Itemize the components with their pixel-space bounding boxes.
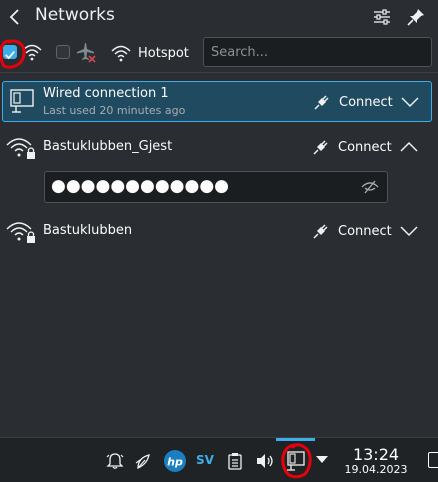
connect-label: Connect (339, 94, 393, 110)
plug-icon (314, 95, 329, 110)
svg-text:hp: hp (167, 456, 183, 469)
hp-printer-icon[interactable]: hp (163, 449, 187, 473)
notifications-icon[interactable] (106, 452, 124, 470)
clock-date[interactable]: 19.04.2023 (340, 463, 412, 476)
chevron-down-icon[interactable] (401, 96, 419, 108)
active-indicator (276, 438, 315, 441)
wifi-secured-icon (6, 222, 35, 243)
search-input[interactable] (203, 37, 432, 67)
connection-item-wifi[interactable]: Bastuklubben_Gjest Connect (2, 129, 432, 165)
keyboard-layout-indicator[interactable]: SV (196, 453, 214, 467)
volume-icon[interactable] (255, 452, 275, 470)
airplane-mode-icon (77, 43, 96, 63)
password-value: ●●●●●●●●●●●● (51, 176, 230, 196)
wifi-icon (22, 44, 42, 61)
page-title: Networks (35, 5, 115, 25)
show-password-icon[interactable] (361, 180, 379, 194)
connect-button[interactable]: Connect (313, 90, 393, 114)
network-wired-icon[interactable] (284, 450, 306, 472)
connect-button[interactable]: Connect (312, 135, 392, 159)
wired-network-icon (10, 89, 34, 113)
back-arrow-icon[interactable] (7, 8, 23, 26)
connection-name: Bastuklubben_Gjest (43, 139, 173, 154)
network-toolbar: Hotspot (0, 36, 438, 70)
kdeconnect-icon[interactable] (135, 452, 153, 470)
connect-label: Connect (338, 223, 392, 239)
chevron-up-icon[interactable] (400, 141, 418, 153)
configure-icon[interactable] (372, 7, 392, 27)
clock-time[interactable]: 13:24 (340, 445, 412, 464)
hotspot-icon (111, 45, 131, 62)
hotspot-label: Hotspot (138, 45, 189, 61)
applet-header: Networks (0, 0, 438, 34)
chevron-down-icon[interactable] (400, 225, 418, 237)
connection-item-wired[interactable]: Wired connection 1 Last used 20 minutes … (2, 81, 432, 122)
password-field[interactable]: ●●●●●●●●●●●● (44, 171, 388, 203)
wifi-enabled-checkbox[interactable] (3, 45, 17, 60)
divider (0, 72, 438, 73)
expand-tray-icon[interactable] (316, 456, 328, 464)
hotspot-button[interactable]: Hotspot (110, 39, 196, 67)
show-desktop-button[interactable] (428, 452, 438, 468)
wifi-secured-icon (6, 138, 35, 159)
connect-button[interactable]: Connect (312, 219, 392, 243)
connection-name: Wired connection 1 (43, 86, 169, 101)
connection-item-wifi[interactable]: Bastuklubben Connect (2, 213, 432, 249)
pin-icon[interactable] (406, 7, 426, 27)
checkmark-icon (5, 51, 15, 60)
plug-icon (313, 140, 328, 155)
connect-label: Connect (338, 139, 392, 155)
airplane-mode-checkbox[interactable] (56, 45, 70, 59)
taskbar: hp SV 13:24 19.04.2023 (0, 437, 438, 482)
plug-icon (313, 224, 328, 239)
connection-name: Bastuklubben (43, 223, 133, 238)
clipboard-icon[interactable] (227, 452, 243, 470)
connection-last-used: Last used 20 minutes ago (43, 104, 186, 117)
network-applet: Networks Hotspot Search... Wired connect… (0, 0, 438, 482)
